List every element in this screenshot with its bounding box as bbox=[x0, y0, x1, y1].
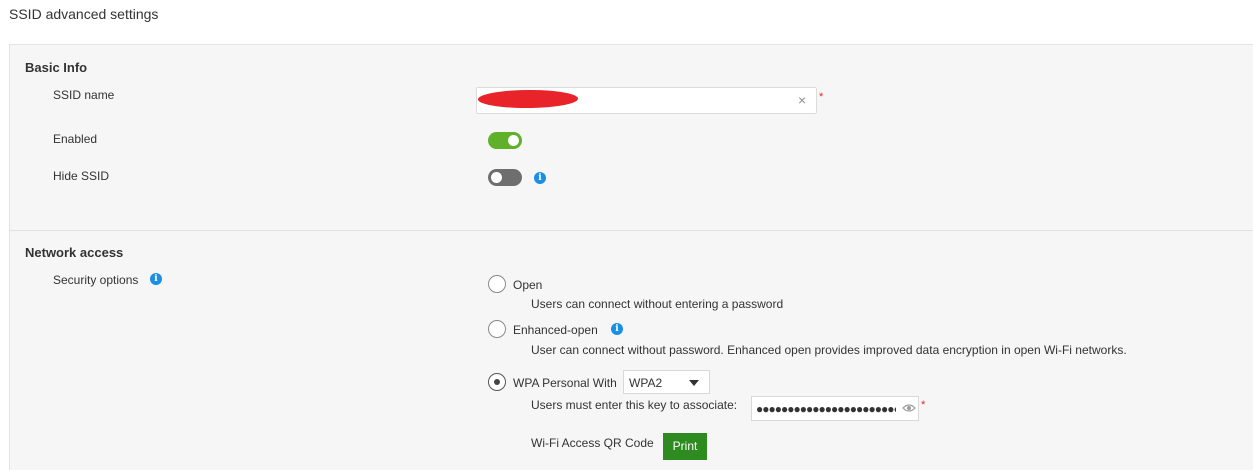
toggle-knob bbox=[491, 172, 502, 183]
info-icon[interactable]: i bbox=[611, 323, 623, 335]
basic-info-title: Basic Info bbox=[25, 60, 88, 75]
enabled-toggle[interactable] bbox=[488, 132, 522, 149]
password-value: ●●●●●●●●●●●●●●●●●●●●●●● bbox=[756, 402, 896, 416]
radio-wpa-personal[interactable] bbox=[488, 373, 506, 391]
hide-ssid-toggle[interactable] bbox=[488, 169, 522, 186]
password-input[interactable]: ●●●●●●●●●●●●●●●●●●●●●●● bbox=[751, 396, 919, 421]
qr-code-label: Wi-Fi Access QR Code bbox=[531, 436, 654, 450]
clear-icon[interactable]: × bbox=[798, 92, 806, 108]
radio-open[interactable] bbox=[488, 275, 506, 293]
wpa-version-value: WPA2 bbox=[629, 376, 663, 390]
eye-icon[interactable] bbox=[902, 403, 916, 413]
option-open-label: Open bbox=[513, 278, 543, 292]
chevron-down-icon bbox=[689, 380, 699, 386]
ssid-required-mark: * bbox=[819, 91, 824, 103]
key-label: Users must enter this key to associate: bbox=[531, 398, 738, 412]
toggle-knob bbox=[508, 135, 519, 146]
key-required-mark: * bbox=[921, 399, 926, 411]
ssid-name-label: SSID name bbox=[53, 88, 115, 102]
radio-enhanced-open[interactable] bbox=[488, 320, 506, 338]
print-button[interactable]: Print bbox=[663, 433, 707, 460]
option-open-description: Users can connect without entering a pas… bbox=[531, 297, 784, 311]
info-icon[interactable]: i bbox=[150, 273, 162, 285]
security-options-label: Security options bbox=[53, 273, 139, 287]
info-icon[interactable]: i bbox=[534, 172, 546, 184]
option-enhanced-open-label: Enhanced-open bbox=[513, 323, 598, 337]
wpa-version-select[interactable]: WPA2 bbox=[623, 370, 710, 394]
section-divider bbox=[10, 230, 1253, 231]
enabled-label: Enabled bbox=[53, 132, 98, 146]
page-title: SSID advanced settings bbox=[9, 6, 159, 22]
network-access-title: Network access bbox=[25, 245, 124, 260]
option-enhanced-open-description: User can connect without password. Enhan… bbox=[531, 343, 1127, 357]
option-wpa-personal-label: WPA Personal With bbox=[513, 376, 617, 390]
hide-ssid-label: Hide SSID bbox=[53, 169, 110, 183]
